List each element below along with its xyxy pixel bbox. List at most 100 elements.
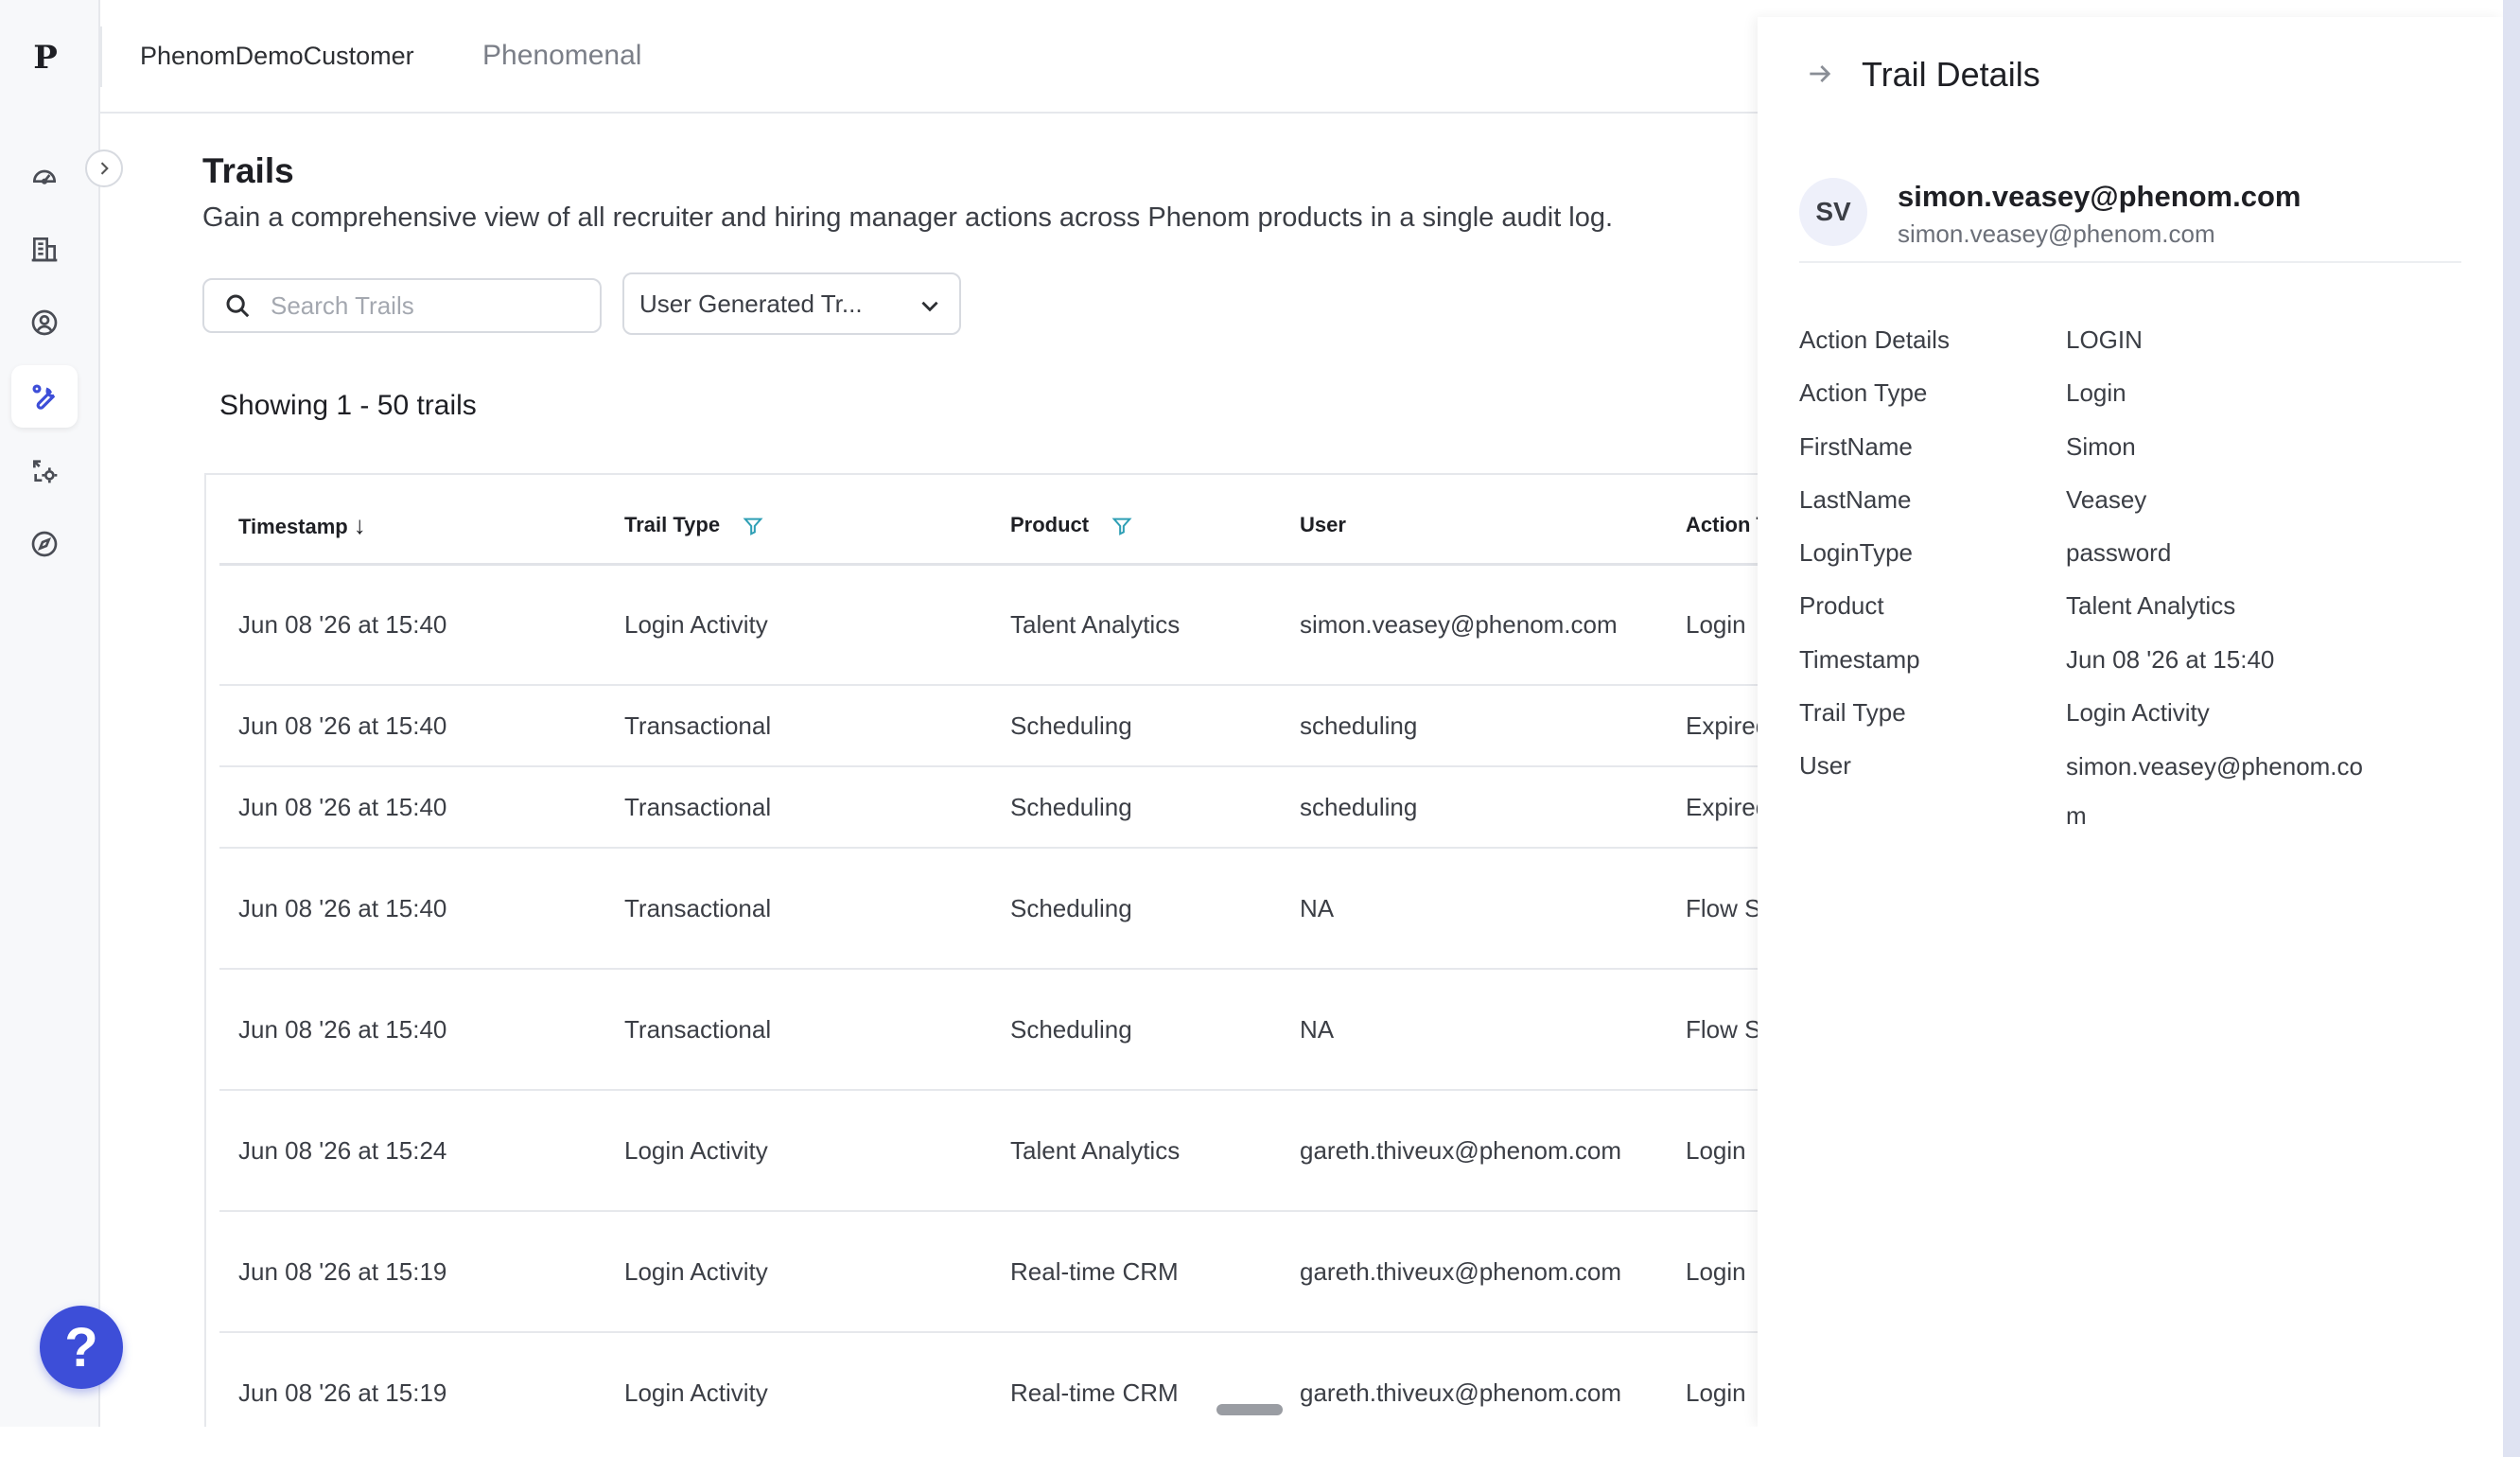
detail-row: User simon.veasey@phenom.com bbox=[1799, 742, 2461, 840]
detail-value: Simon bbox=[2066, 431, 2136, 461]
building-icon[interactable] bbox=[11, 218, 78, 280]
cell-trail-type: Transactional bbox=[605, 848, 991, 970]
table-row[interactable]: Jun 08 '26 at 15:40 Transactional Scheduli… bbox=[219, 766, 1758, 849]
table-header-row: Timestamp ↓ Trail Type Product User Actio… bbox=[219, 488, 1758, 566]
detail-value: Jun 08 '26 at 15:40 bbox=[2066, 644, 2275, 674]
detail-value: Login bbox=[2066, 378, 2126, 408]
table-row[interactable]: Jun 08 '26 at 15:19 Login Activity Real-ti… bbox=[219, 1332, 1758, 1427]
cell-user: simon.veasey@phenom.com bbox=[1281, 564, 1667, 686]
detail-row: Trail Type Login Activity bbox=[1799, 689, 2461, 742]
cell-timestamp: Jun 08 '26 at 15:19 bbox=[219, 1211, 605, 1333]
cell-trail-type: Login Activity bbox=[605, 1211, 991, 1333]
cell-action-type: Expired bbox=[1667, 685, 1758, 767]
detail-value: Login Activity bbox=[2066, 698, 2210, 728]
table-row[interactable]: Jun 08 '26 at 15:40 Transactional Scheduli… bbox=[219, 969, 1758, 1091]
cell-user: scheduling bbox=[1281, 685, 1667, 767]
horizontal-scrollbar[interactable] bbox=[1216, 1404, 1283, 1415]
cell-product: Scheduling bbox=[991, 969, 1281, 1091]
search-box[interactable] bbox=[202, 278, 602, 333]
cell-action-type: Flow Started bbox=[1667, 969, 1758, 1091]
table-row[interactable]: Jun 08 '26 at 15:40 Transactional Scheduli… bbox=[219, 848, 1758, 970]
cell-action-type: Login bbox=[1667, 1090, 1758, 1212]
detail-row: FirstName Simon bbox=[1799, 423, 2461, 476]
cell-trail-type: Login Activity bbox=[605, 1332, 991, 1427]
table-row[interactable]: Jun 08 '26 at 15:19 Login Activity Real-ti… bbox=[219, 1211, 1758, 1333]
close-panel-arrow-icon[interactable] bbox=[1805, 59, 1835, 89]
column-header-trail-type[interactable]: Trail Type bbox=[605, 488, 991, 566]
sync-settings-icon[interactable] bbox=[11, 439, 78, 501]
cell-timestamp: Jun 08 '26 at 15:40 bbox=[219, 766, 605, 849]
detail-row: Action Type Login bbox=[1799, 369, 2461, 422]
cell-timestamp: Jun 08 '26 at 15:40 bbox=[219, 564, 605, 686]
detail-key: LoginType bbox=[1799, 538, 1913, 568]
filter-icon[interactable] bbox=[743, 516, 763, 536]
cell-timestamp: Jun 08 '26 at 15:40 bbox=[219, 685, 605, 767]
detail-key: Timestamp bbox=[1799, 644, 1920, 674]
column-header-user[interactable]: User bbox=[1281, 488, 1667, 566]
phenom-logo[interactable]: P bbox=[25, 34, 66, 81]
column-header-action-type[interactable]: Action Type bbox=[1667, 488, 1758, 566]
cell-trail-type: Transactional bbox=[605, 766, 991, 849]
panel-user-email: simon.veasey@phenom.com bbox=[1898, 219, 2215, 248]
detail-value: LOGIN bbox=[2066, 325, 2143, 354]
sort-arrow-icon: ↓ bbox=[353, 510, 366, 539]
detail-key: Trail Type bbox=[1799, 698, 1906, 728]
left-nav-rail: P bbox=[0, 0, 100, 1427]
cell-product: Talent Analytics bbox=[991, 564, 1281, 686]
detail-row: Action Details LOGIN bbox=[1799, 316, 2461, 369]
table-row[interactable]: Jun 08 '26 at 15:40 Transactional Scheduli… bbox=[219, 685, 1758, 767]
detail-key: LastName bbox=[1799, 484, 1912, 514]
cell-user: gareth.thiveux@phenom.com bbox=[1281, 1211, 1667, 1333]
column-header-product[interactable]: Product bbox=[991, 488, 1281, 566]
search-icon bbox=[226, 294, 250, 318]
cell-product: Real-time CRM bbox=[991, 1211, 1281, 1333]
wrench-icon[interactable] bbox=[11, 365, 78, 428]
detail-key: Action Type bbox=[1799, 378, 1928, 408]
trail-details-panel: Trail Details SV simon.veasey@phenom.com… bbox=[1758, 17, 2503, 1427]
user-circle-icon[interactable] bbox=[11, 291, 78, 354]
table-row[interactable]: Jun 08 '26 at 15:40 Login Activity Talent … bbox=[219, 564, 1758, 686]
cell-action-type: Expired bbox=[1667, 766, 1758, 849]
detail-value: Talent Analytics bbox=[2066, 591, 2236, 621]
detail-key: Product bbox=[1799, 591, 1884, 621]
chevron-down-icon bbox=[921, 301, 938, 312]
cell-trail-type: Transactional bbox=[605, 969, 991, 1091]
detail-list: Action Details LOGIN Action Type Login First… bbox=[1799, 316, 2461, 840]
detail-row: LastName Veasey bbox=[1799, 476, 2461, 529]
cell-timestamp: Jun 08 '26 at 15:40 bbox=[219, 848, 605, 970]
filter-icon[interactable] bbox=[1111, 516, 1132, 536]
dashboard-icon[interactable] bbox=[11, 144, 78, 206]
expand-sidebar-button[interactable] bbox=[85, 149, 123, 187]
page-description: Gain a comprehensive view of all recruit… bbox=[202, 202, 1614, 233]
cell-trail-type: Transactional bbox=[605, 685, 991, 767]
trail-filter-dropdown[interactable]: User Generated Tr... bbox=[622, 272, 961, 335]
compass-icon[interactable] bbox=[11, 513, 78, 575]
cell-timestamp: Jun 08 '26 at 15:40 bbox=[219, 969, 605, 1091]
cell-action-type: Login bbox=[1667, 1332, 1758, 1427]
cell-timestamp: Jun 08 '26 at 15:19 bbox=[219, 1332, 605, 1427]
org-tenant-name[interactable]: Phenomenal bbox=[482, 40, 641, 72]
help-button[interactable]: ? bbox=[40, 1306, 123, 1389]
page-title: Trails bbox=[202, 151, 294, 190]
header-divider bbox=[100, 26, 102, 87]
search-input[interactable] bbox=[271, 290, 592, 321]
column-header-timestamp[interactable]: Timestamp ↓ bbox=[219, 488, 605, 566]
detail-row: Timestamp Jun 08 '26 at 15:40 bbox=[1799, 636, 2461, 689]
cell-timestamp: Jun 08 '26 at 15:24 bbox=[219, 1090, 605, 1212]
org-name[interactable]: PhenomDemoCustomer bbox=[140, 42, 414, 71]
trails-table: Timestamp ↓ Trail Type Product User Actio… bbox=[219, 488, 1758, 1427]
cell-product: Scheduling bbox=[991, 766, 1281, 849]
detail-value: simon.veasey@phenom.com bbox=[2066, 752, 2363, 831]
cell-trail-type: Login Activity bbox=[605, 1090, 991, 1212]
panel-edge bbox=[2503, 0, 2520, 1457]
detail-key: FirstName bbox=[1799, 431, 1913, 461]
detail-value: password bbox=[2066, 538, 2172, 568]
window-bottom-edge bbox=[0, 1427, 2503, 1457]
cell-trail-type: Login Activity bbox=[605, 564, 991, 686]
cell-product: Scheduling bbox=[991, 848, 1281, 970]
detail-key: Action Details bbox=[1799, 325, 1950, 354]
cell-user: gareth.thiveux@phenom.com bbox=[1281, 1332, 1667, 1427]
table-row[interactable]: Jun 08 '26 at 15:24 Login Activity Talent … bbox=[219, 1090, 1758, 1212]
cell-user: gareth.thiveux@phenom.com bbox=[1281, 1090, 1667, 1212]
cell-user: NA bbox=[1281, 969, 1667, 1091]
